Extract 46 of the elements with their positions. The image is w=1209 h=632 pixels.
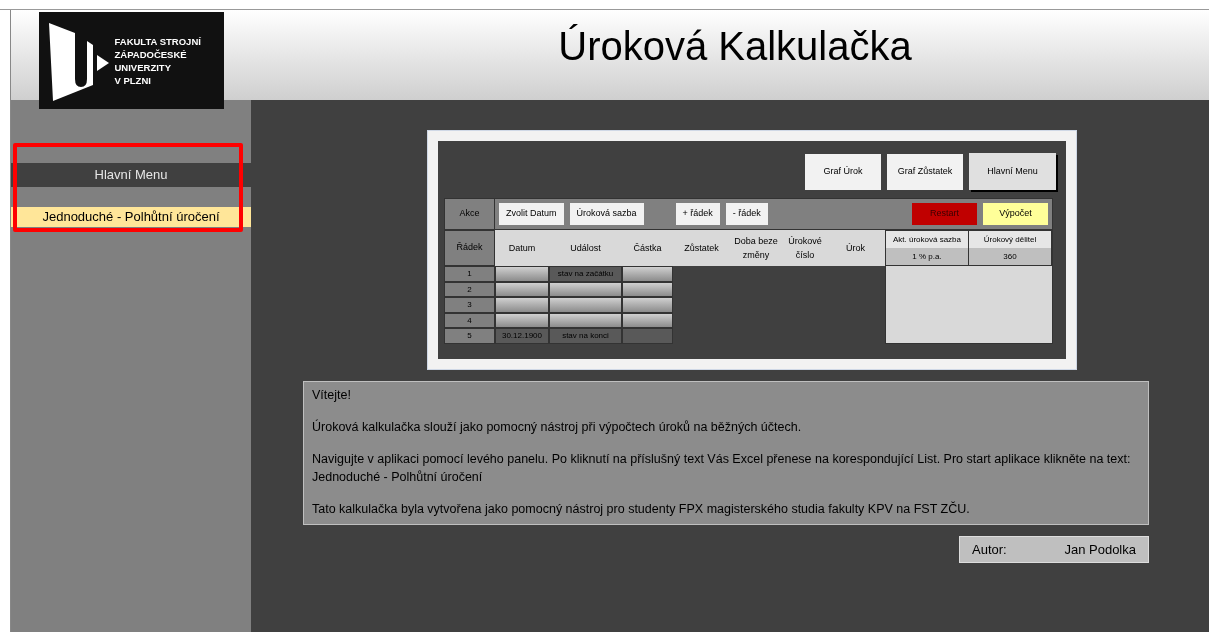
sidebar-item[interactable]: Jednoduché - Polhůtní úročení bbox=[11, 207, 251, 227]
table-cell bbox=[495, 266, 549, 282]
column-header: Datum bbox=[507, 242, 537, 255]
table-header: Úrokový dělitel bbox=[969, 231, 1051, 248]
column-header: Událost bbox=[569, 242, 602, 255]
sheet-button[interactable]: Graf Zůstatek bbox=[887, 154, 963, 190]
table-header: Akt. úroková sazba bbox=[886, 231, 968, 248]
table-cell: 1 % p.a. bbox=[886, 248, 968, 265]
table-cell: 360 bbox=[969, 248, 1051, 265]
logo-mark-icon bbox=[46, 20, 109, 101]
table-cell: Akce bbox=[445, 199, 495, 229]
author-name: Jan Podolka bbox=[1064, 540, 1136, 559]
intro-text: Tato kalkulačka byla vytvořena jako pomocný nástroj pro studenty FPX magisterského studia fakulty KPV na FST ZČU. bbox=[312, 500, 971, 518]
table-cell bbox=[495, 297, 549, 313]
sheet-button[interactable]: + řádek bbox=[675, 203, 720, 225]
sheet-button[interactable]: Výpočet bbox=[983, 203, 1048, 225]
table-cell bbox=[622, 328, 673, 344]
column-header: Úrok bbox=[845, 242, 866, 255]
table-cell: 1 bbox=[444, 266, 495, 282]
sheet-button[interactable]: - řádek bbox=[725, 203, 768, 225]
table-cell: 5 bbox=[444, 328, 495, 344]
table-header: Řádek bbox=[444, 230, 495, 266]
logo-text: FAKULTA STROJNÍ bbox=[114, 34, 201, 48]
sheet-button[interactable]: Hlavní Menu bbox=[969, 153, 1056, 190]
table-cell: 30.12.1900 bbox=[495, 328, 549, 344]
table-cell: stav na konci bbox=[549, 328, 622, 344]
intro-text: Úroková kalkulačka slouží jako pomocný nástroj při výpočtech úroků na běžných účtech. bbox=[312, 418, 803, 436]
logo-text: ZÁPADOČESKÉ bbox=[114, 47, 188, 61]
sidebar-item[interactable]: Hlavní Menu bbox=[11, 163, 251, 187]
logo-text: UNIVERZITY bbox=[114, 60, 172, 74]
logo-text: V PLZNI bbox=[114, 73, 152, 87]
author-label: Autor: bbox=[972, 540, 1007, 559]
sheet-button[interactable]: Zvolit Datum bbox=[499, 203, 564, 225]
page-title: Úroková Kalkulačka bbox=[558, 24, 912, 68]
table-cell: 3 bbox=[444, 297, 495, 313]
column-header: Doba beze změny bbox=[733, 235, 779, 262]
sheet-button[interactable]: Graf Úrok bbox=[805, 154, 881, 190]
column-header: Úrokové číslo bbox=[787, 235, 823, 262]
sheet-button[interactable]: Úroková sazba bbox=[569, 203, 644, 225]
intro-text: Navigujte v aplikaci pomocí levého panelu. Po kliknutí na příslušný text Vás Excel přenese na korespondující List. Pro start aplikace klikněte na text: Jednoduché - Polhůtní úročení bbox=[312, 451, 1132, 486]
column-header: Zůstatek bbox=[683, 242, 720, 255]
table-cell bbox=[622, 266, 673, 282]
column-header: Částka bbox=[632, 242, 663, 255]
table-cell bbox=[622, 297, 673, 313]
intro-text: Vítejte! bbox=[312, 387, 352, 404]
table-cell: stav na začátku bbox=[549, 266, 622, 282]
